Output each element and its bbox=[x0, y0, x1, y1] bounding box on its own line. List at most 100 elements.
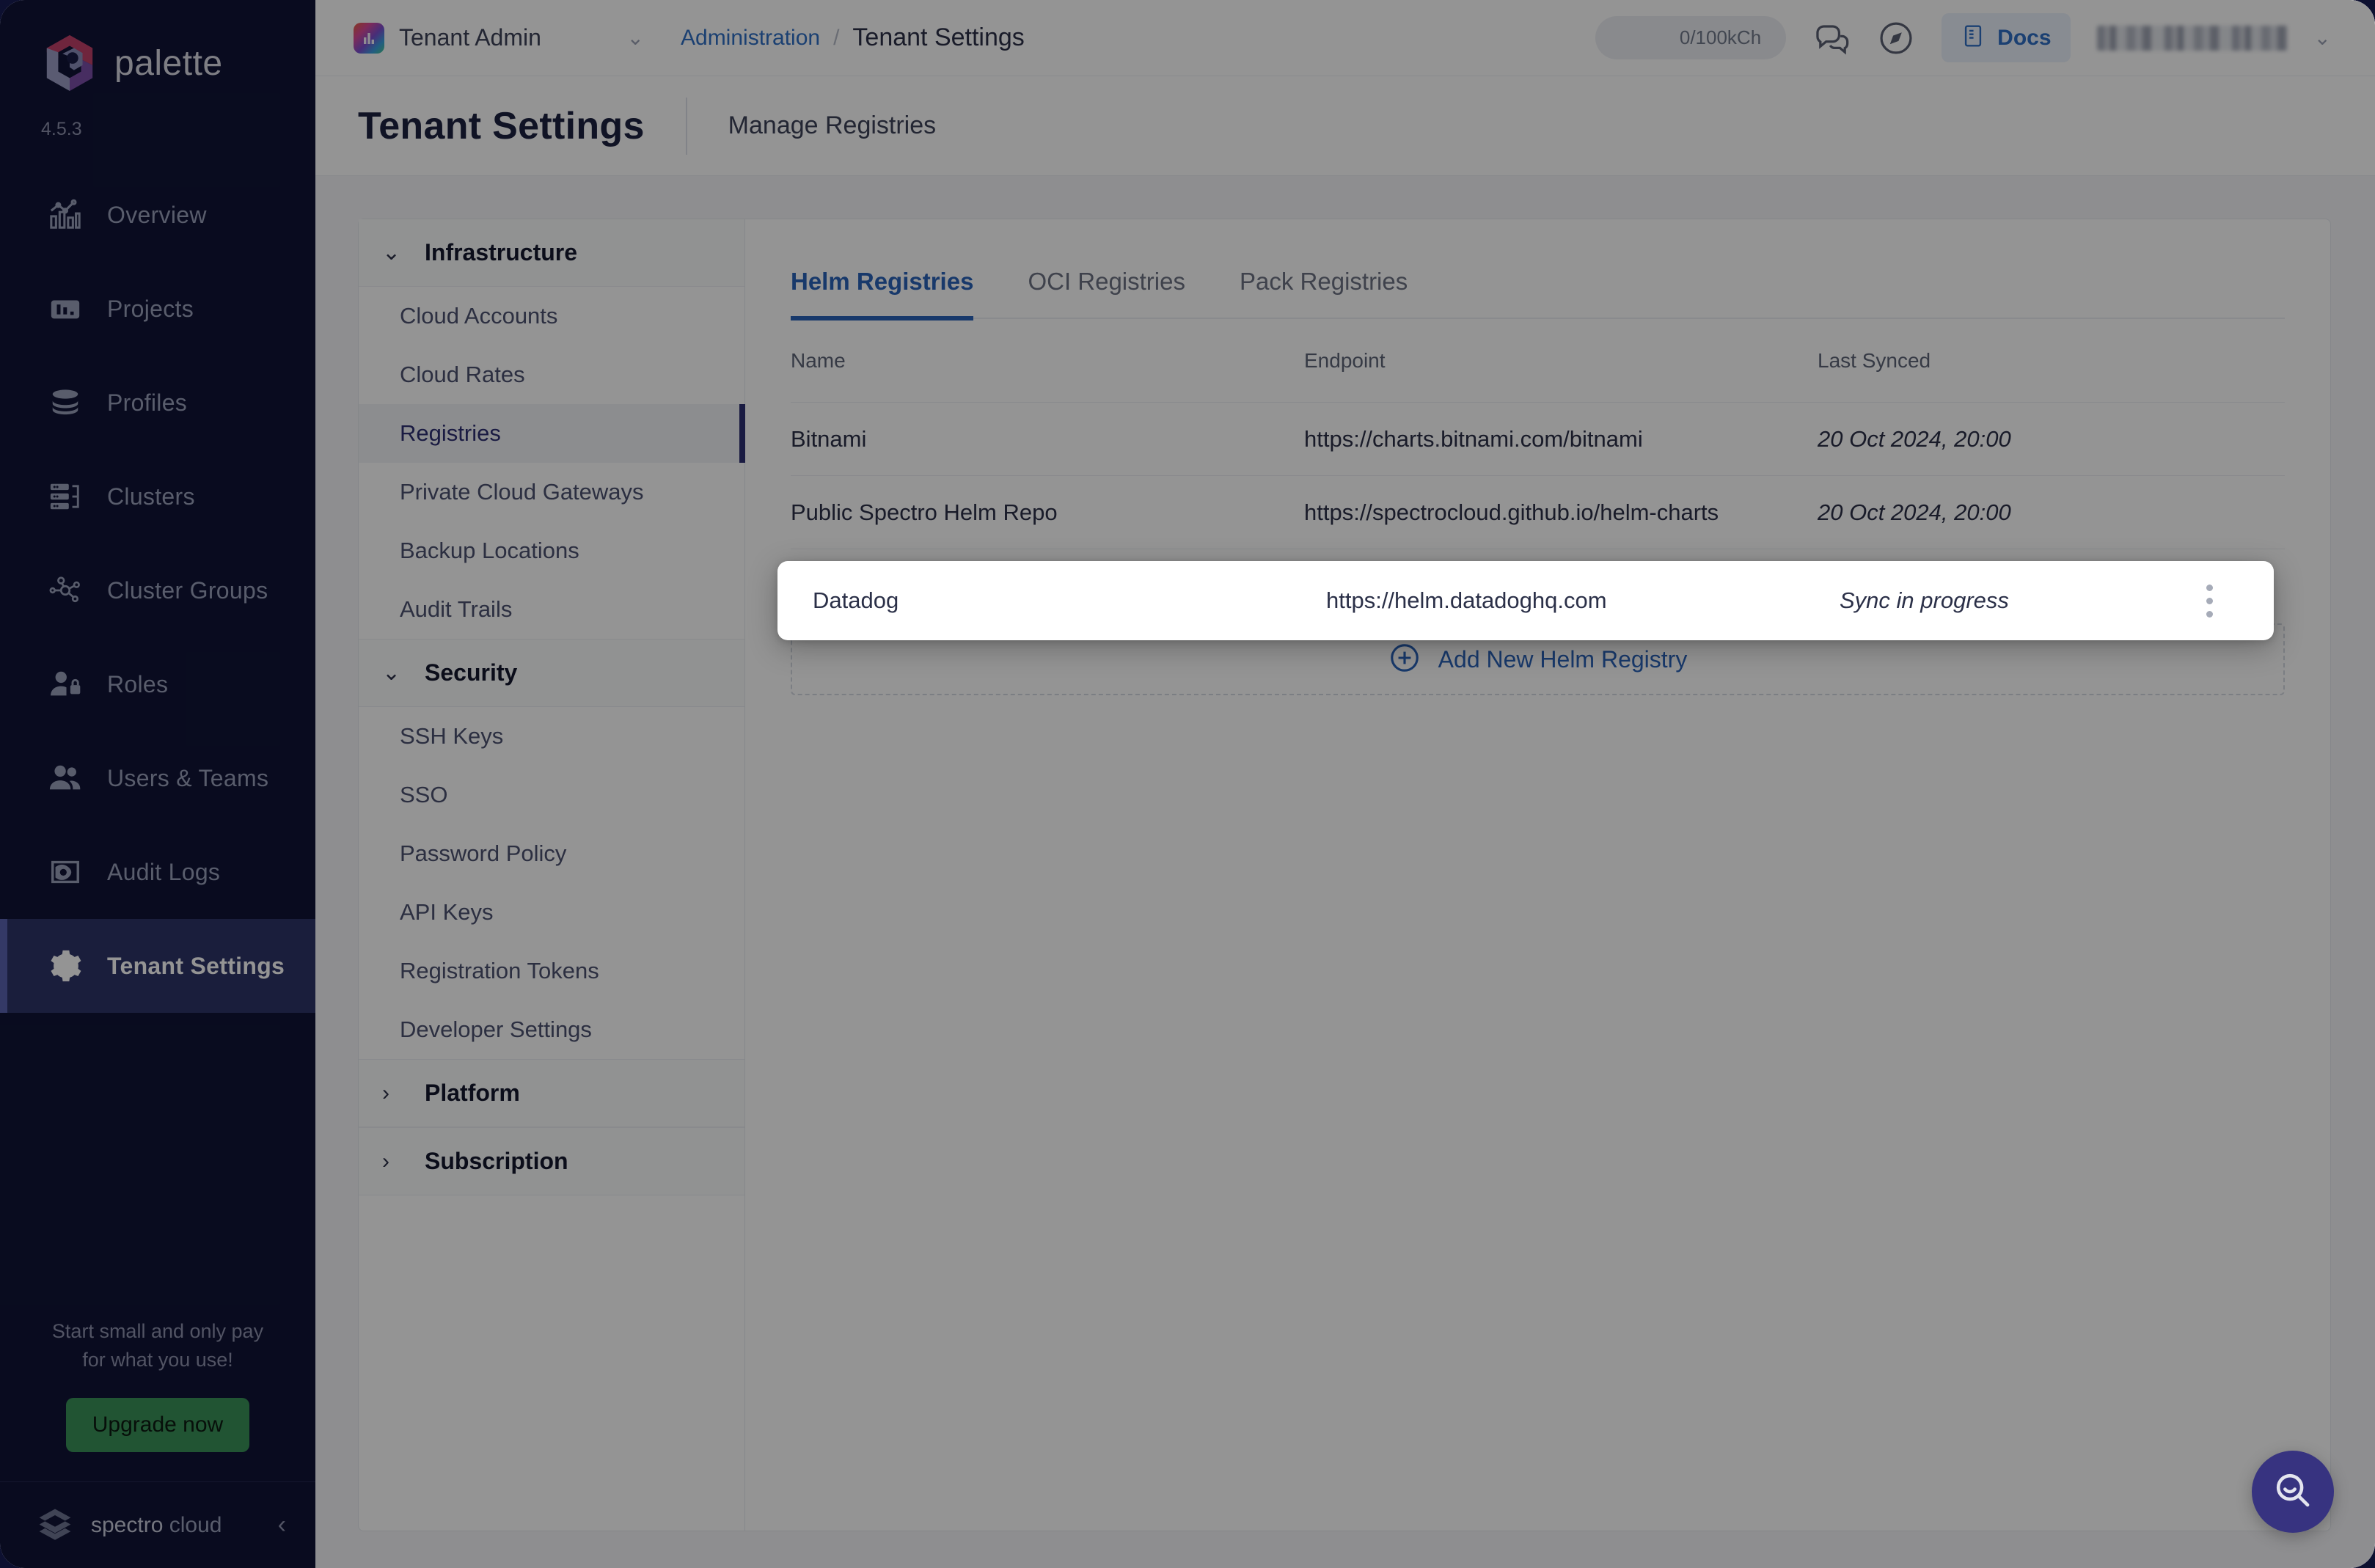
user-lock-icon bbox=[48, 667, 82, 701]
table-row[interactable]: Public Spectro Helm Repo https://spectro… bbox=[791, 476, 2285, 549]
upsell-block: Start small and only pay for what you us… bbox=[0, 1317, 315, 1481]
settings-item-ssh-keys[interactable]: SSH Keys bbox=[359, 707, 744, 766]
compass-icon[interactable] bbox=[1877, 19, 1915, 57]
settings-item-developer-settings[interactable]: Developer Settings bbox=[359, 1000, 744, 1059]
settings-item-api-keys[interactable]: API Keys bbox=[359, 883, 744, 942]
settings-group-subscription[interactable]: › Subscription bbox=[359, 1128, 744, 1195]
table-header-row: Name Endpoint Last Synced bbox=[791, 319, 2285, 403]
tenant-name: Tenant Admin bbox=[399, 24, 612, 51]
user-name-redacted[interactable] bbox=[2097, 26, 2288, 51]
breadcrumb-administration[interactable]: Administration bbox=[681, 26, 820, 51]
chevron-right-icon: › bbox=[382, 1149, 400, 1174]
settings-group-title: Subscription bbox=[425, 1148, 568, 1175]
search-icon bbox=[2272, 1469, 2314, 1515]
gear-icon bbox=[48, 949, 82, 983]
sidebar-item-profiles[interactable]: Profiles bbox=[0, 356, 315, 450]
tab-helm-registries[interactable]: Helm Registries bbox=[791, 268, 973, 320]
brand-bold: spectro bbox=[91, 1513, 163, 1537]
settings-group-title: Security bbox=[425, 659, 517, 686]
brand-name: palette bbox=[114, 43, 223, 84]
help-search-button[interactable] bbox=[2252, 1451, 2334, 1533]
settings-nav-panel: ⌄ Infrastructure Cloud Accounts Cloud Ra… bbox=[358, 219, 745, 1531]
settings-item-cloud-accounts[interactable]: Cloud Accounts bbox=[359, 287, 744, 345]
sidebar-item-overview[interactable]: Overview bbox=[0, 168, 315, 262]
brand-light: cloud bbox=[163, 1513, 222, 1537]
audit-eye-icon bbox=[48, 855, 82, 889]
usage-pill[interactable]: 0/100kCh bbox=[1595, 16, 1786, 59]
sidebar-item-audit-logs[interactable]: Audit Logs bbox=[0, 825, 315, 919]
users-icon bbox=[48, 761, 82, 795]
sidebar-item-users-teams[interactable]: Users & Teams bbox=[0, 731, 315, 825]
kebab-menu-icon[interactable] bbox=[2206, 585, 2213, 618]
layers-icon bbox=[48, 386, 82, 420]
chevron-right-icon: › bbox=[382, 1081, 400, 1106]
settings-group-platform[interactable]: › Platform bbox=[359, 1060, 744, 1127]
sidebar-item-label: Roles bbox=[107, 671, 168, 698]
highlighted-registry-row-datadog[interactable]: Datadog https://helm.datadoghq.com Sync … bbox=[777, 561, 2274, 640]
docs-link[interactable]: Docs bbox=[1942, 13, 2070, 62]
settings-group-infrastructure[interactable]: ⌄ Infrastructure bbox=[359, 219, 744, 287]
settings-item-label: Backup Locations bbox=[400, 538, 579, 564]
spectro-cloud-logo-icon bbox=[35, 1506, 75, 1545]
sidebar-item-roles[interactable]: Roles bbox=[0, 637, 315, 731]
settings-group-security[interactable]: ⌄ Security bbox=[359, 640, 744, 707]
sidebar-item-projects[interactable]: Projects bbox=[0, 262, 315, 356]
table-row[interactable]: Bitnami https://charts.bitnami.com/bitna… bbox=[791, 403, 2285, 476]
settings-group-title: Platform bbox=[425, 1080, 520, 1107]
registries-panel: Helm Registries OCI Registries Pack Regi… bbox=[745, 219, 2331, 1531]
tab-pack-registries[interactable]: Pack Registries bbox=[1240, 268, 1408, 318]
chat-bubbles-icon[interactable] bbox=[1812, 19, 1851, 57]
settings-item-registration-tokens[interactable]: Registration Tokens bbox=[359, 942, 744, 1000]
chevron-left-icon[interactable]: ‹ bbox=[278, 1511, 286, 1539]
column-header-last-synced: Last Synced bbox=[1818, 349, 2226, 373]
main-sidebar: palette 4.5.3 Overview Projects Profiles… bbox=[0, 0, 315, 1568]
settings-item-label: API Keys bbox=[400, 899, 494, 926]
spectro-cloud-wordmark: spectro cloud bbox=[91, 1513, 262, 1538]
sidebar-nav-list: Overview Projects Profiles Clusters Clus… bbox=[0, 168, 315, 1013]
settings-item-cloud-rates[interactable]: Cloud Rates bbox=[359, 345, 744, 404]
settings-item-label: Cloud Rates bbox=[400, 362, 525, 388]
settings-item-private-cloud-gateways[interactable]: Private Cloud Gateways bbox=[359, 463, 744, 521]
settings-item-label: Audit Trails bbox=[400, 596, 512, 623]
sidebar-item-label: Profiles bbox=[107, 389, 187, 417]
settings-item-backup-locations[interactable]: Backup Locations bbox=[359, 521, 744, 580]
top-bar-actions: 0/100kCh Docs ⌄ bbox=[1595, 13, 2331, 62]
upsell-line-1: Start small and only pay bbox=[32, 1317, 283, 1346]
chevron-down-icon: ⌄ bbox=[382, 660, 400, 686]
settings-item-label: Registries bbox=[400, 420, 501, 447]
sidebar-item-label: Audit Logs bbox=[107, 859, 220, 886]
registry-name: Bitnami bbox=[791, 426, 1304, 453]
sidebar-item-label: Overview bbox=[107, 202, 207, 229]
column-header-endpoint: Endpoint bbox=[1304, 349, 1818, 373]
sidebar-item-tenant-settings[interactable]: Tenant Settings bbox=[0, 919, 315, 1013]
settings-item-sso[interactable]: SSO bbox=[359, 766, 744, 824]
settings-item-password-policy[interactable]: Password Policy bbox=[359, 824, 744, 883]
settings-item-label: Private Cloud Gateways bbox=[400, 479, 644, 505]
chevron-down-icon[interactable]: ⌄ bbox=[2314, 26, 2331, 50]
plus-circle-icon bbox=[1388, 642, 1421, 678]
sidebar-item-label: Cluster Groups bbox=[107, 577, 268, 604]
settings-item-label: Cloud Accounts bbox=[400, 303, 557, 329]
registry-endpoint: https://charts.bitnami.com/bitnami bbox=[1304, 426, 1818, 453]
row-actions[interactable] bbox=[2180, 585, 2239, 618]
page-title: Tenant Settings bbox=[358, 104, 645, 148]
breadcrumb-current: Tenant Settings bbox=[852, 23, 1024, 52]
sidebar-item-cluster-groups[interactable]: Cluster Groups bbox=[0, 543, 315, 637]
docs-label: Docs bbox=[1997, 26, 2051, 51]
sidebar-spacer bbox=[0, 1013, 315, 1317]
registry-tabs: Helm Registries OCI Registries Pack Regi… bbox=[791, 219, 2285, 319]
projects-icon bbox=[48, 292, 82, 326]
settings-item-registries[interactable]: Registries bbox=[359, 404, 744, 463]
settings-item-audit-trails[interactable]: Audit Trails bbox=[359, 580, 744, 639]
registry-name: Public Spectro Helm Repo bbox=[791, 499, 1304, 526]
tab-oci-registries[interactable]: OCI Registries bbox=[1028, 268, 1185, 318]
header-divider bbox=[686, 98, 687, 155]
sidebar-footer: spectro cloud ‹ bbox=[0, 1481, 315, 1568]
sidebar-item-clusters[interactable]: Clusters bbox=[0, 450, 315, 543]
tenant-selector[interactable]: Tenant Admin ⌄ bbox=[337, 12, 660, 64]
brand-block: palette bbox=[0, 0, 315, 94]
app-window: palette 4.5.3 Overview Projects Profiles… bbox=[0, 0, 2375, 1568]
upgrade-now-button[interactable]: Upgrade now bbox=[66, 1398, 249, 1452]
page-header: Tenant Settings Manage Registries bbox=[315, 76, 2375, 176]
chart-overview-icon bbox=[48, 198, 82, 232]
